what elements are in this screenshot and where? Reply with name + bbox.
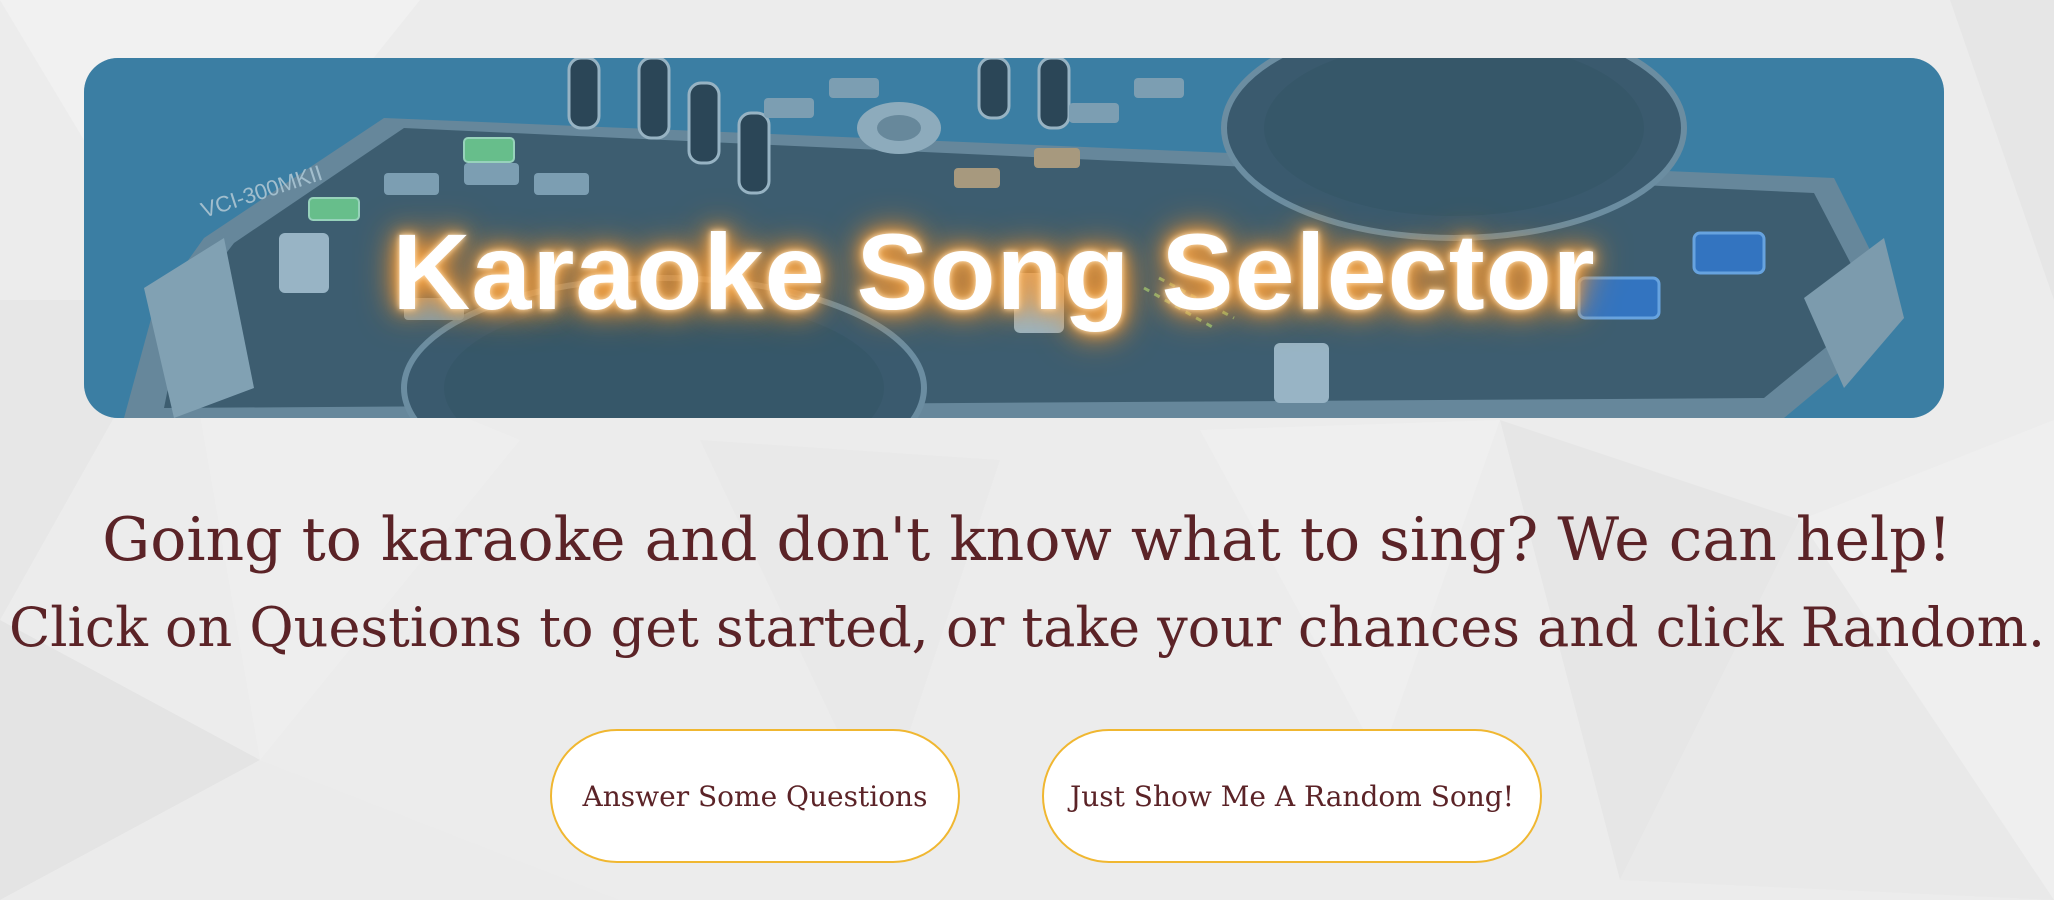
intro-instructions: Click on Questions to get started, or ta… (8, 596, 2046, 659)
hero-banner: VCI-300MKII Karaoke Song Selector (84, 58, 1944, 418)
answer-questions-button[interactable]: Answer Some Questions (550, 729, 960, 863)
intro-headline: Going to karaoke and don't know what to … (102, 505, 1952, 575)
random-song-button[interactable]: Just Show Me A Random Song! (1042, 729, 1542, 863)
banner-title: Karaoke Song Selector (392, 211, 1596, 332)
